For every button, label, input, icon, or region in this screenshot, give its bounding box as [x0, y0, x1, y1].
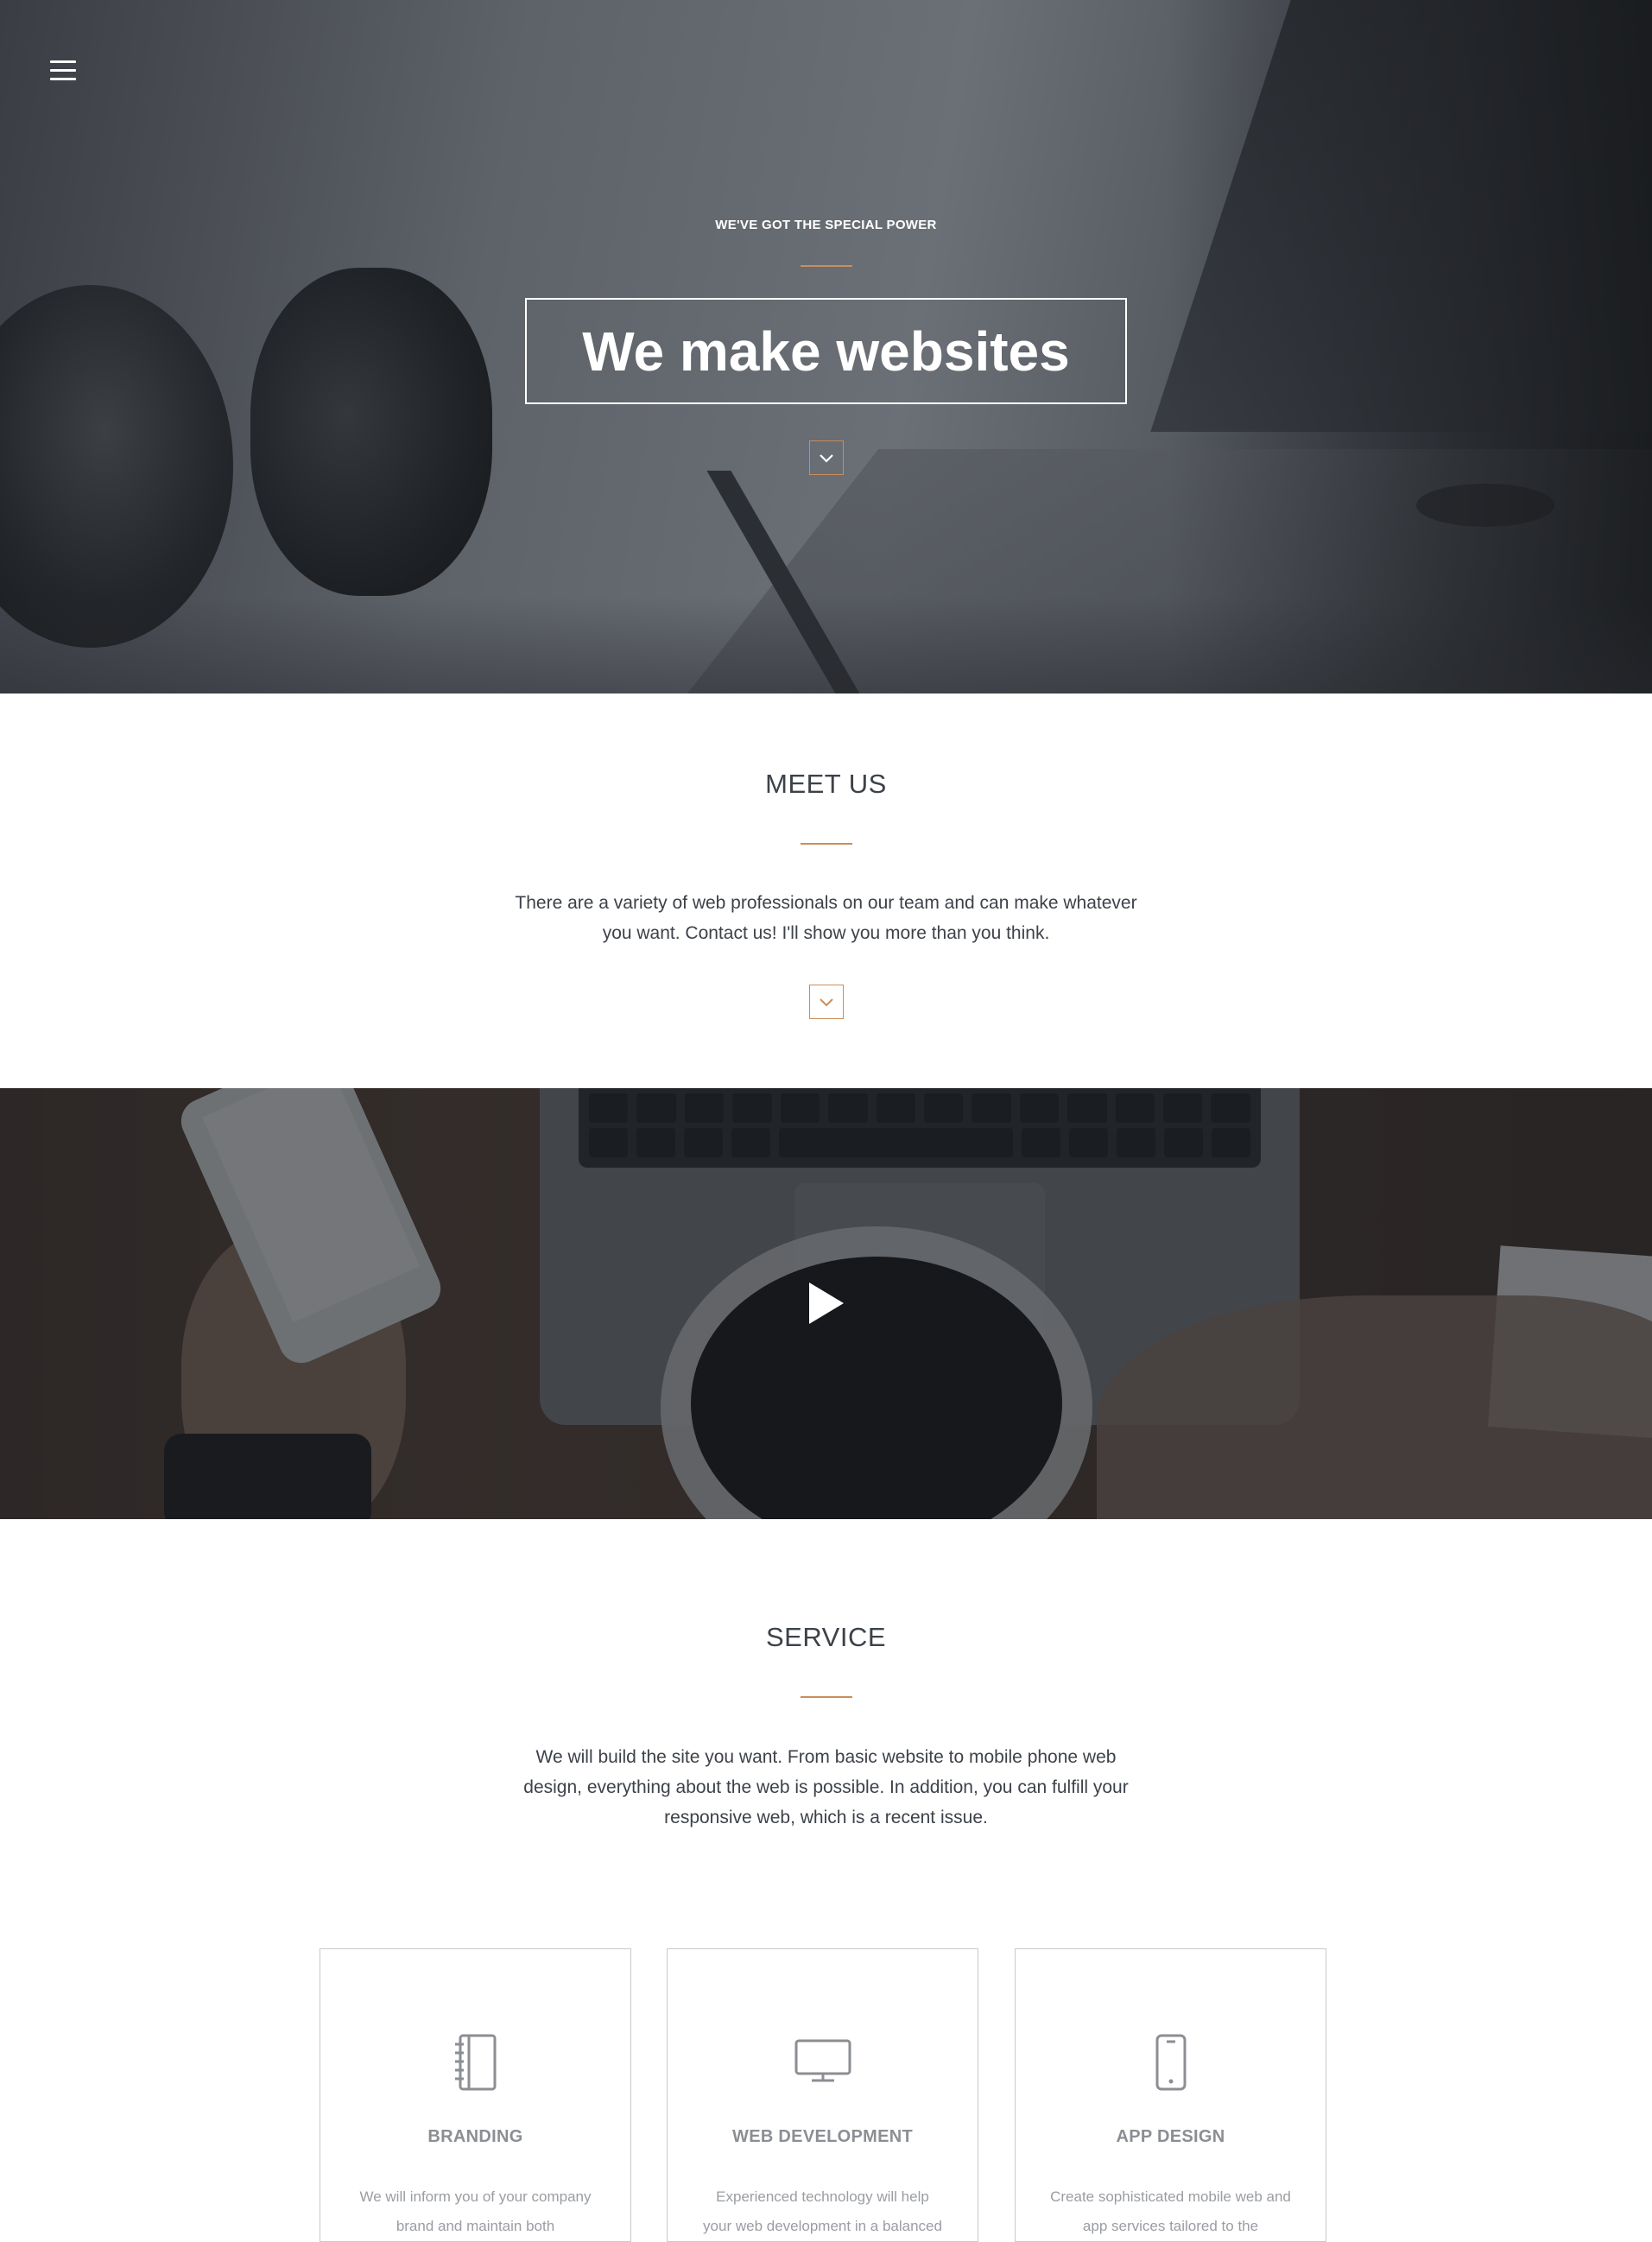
- menu-bar: [50, 60, 76, 63]
- service-card-icon-wrap: [668, 2034, 978, 2094]
- service-card-text: We will inform you of your company brand…: [359, 2188, 592, 2234]
- service-card-icon-wrap: [1016, 2034, 1326, 2094]
- smartphone-icon: [1155, 2034, 1186, 2091]
- service-card-text: Experienced technology will help your we…: [703, 2188, 942, 2234]
- service-card-title: BRANDING: [427, 2127, 523, 2146]
- video-play-button[interactable]: [807, 1281, 845, 1326]
- hero-title: We make websites: [582, 320, 1070, 383]
- service-text: We will build the site you want. From ba…: [523, 1747, 1129, 1827]
- service-card-web-development[interactable]: WEB DEVELOPMENT Experienced technology w…: [667, 1948, 978, 2242]
- meet-accent-line: [801, 843, 852, 845]
- service-card-branding[interactable]: BRANDING We will inform you of your comp…: [320, 1948, 631, 2242]
- monitor-icon: [794, 2039, 851, 2082]
- hero-kicker: WE'VE GOT THE SPECIAL POWER: [715, 218, 937, 232]
- meet-scroll-down-button[interactable]: [809, 985, 844, 1019]
- chevron-down-icon: [820, 998, 833, 1006]
- chevron-down-icon: [820, 453, 833, 463]
- hero-shade: [1168, 0, 1652, 694]
- play-icon: [809, 1282, 844, 1324]
- menu-bar: [50, 78, 76, 80]
- hero-scroll-down-button[interactable]: [809, 440, 844, 475]
- hero-accent-line: [801, 265, 852, 267]
- service-accent-line: [801, 1696, 852, 1698]
- hamburger-menu-icon[interactable]: [50, 60, 78, 85]
- notebook-icon: [454, 2034, 496, 2091]
- menu-bar: [50, 69, 76, 72]
- hero-headphone-right: [250, 268, 492, 596]
- service-card-icon-wrap: [320, 2034, 630, 2094]
- service-title: SERVICE: [765, 1622, 887, 1652]
- service-card-title: APP DESIGN: [1116, 2127, 1225, 2146]
- hero-title-box: We make websites: [525, 298, 1127, 404]
- hero-headphone-left: [0, 285, 233, 648]
- meet-title: MEET US: [765, 769, 887, 799]
- service-card-app-design[interactable]: APP DESIGN Create sophisticated mobile w…: [1015, 1948, 1326, 2242]
- service-card-text: Create sophisticated mobile web and app …: [1050, 2188, 1291, 2234]
- meet-text: There are a variety of web professionals…: [515, 893, 1137, 943]
- service-card-title: WEB DEVELOPMENT: [732, 2127, 913, 2146]
- hero-table-shadow: [0, 596, 1652, 694]
